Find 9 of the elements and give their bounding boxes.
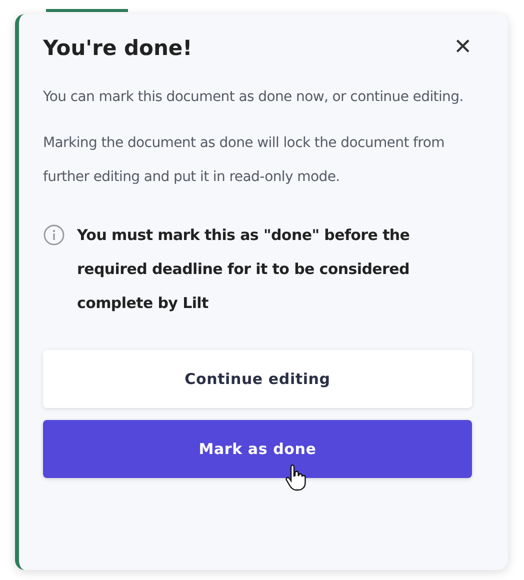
- dialog-title: You're done!: [43, 36, 192, 60]
- hand-cursor-icon: [285, 463, 307, 491]
- close-button[interactable]: ✕: [454, 37, 472, 59]
- continue-editing-button[interactable]: Continue editing: [43, 350, 472, 408]
- body-text: Marking the document as done will lock the document from further editing and put it in read-only mode.: [43, 134, 446, 187]
- body-text: You can mark this document as done now, or continue editing.: [43, 88, 464, 107]
- info-icon: [43, 224, 65, 246]
- notice-text: You must mark this as "done" before the required deadline for it to be considered complete by Lilt: [77, 225, 411, 314]
- mark-done-button[interactable]: Mark as done: [43, 420, 472, 478]
